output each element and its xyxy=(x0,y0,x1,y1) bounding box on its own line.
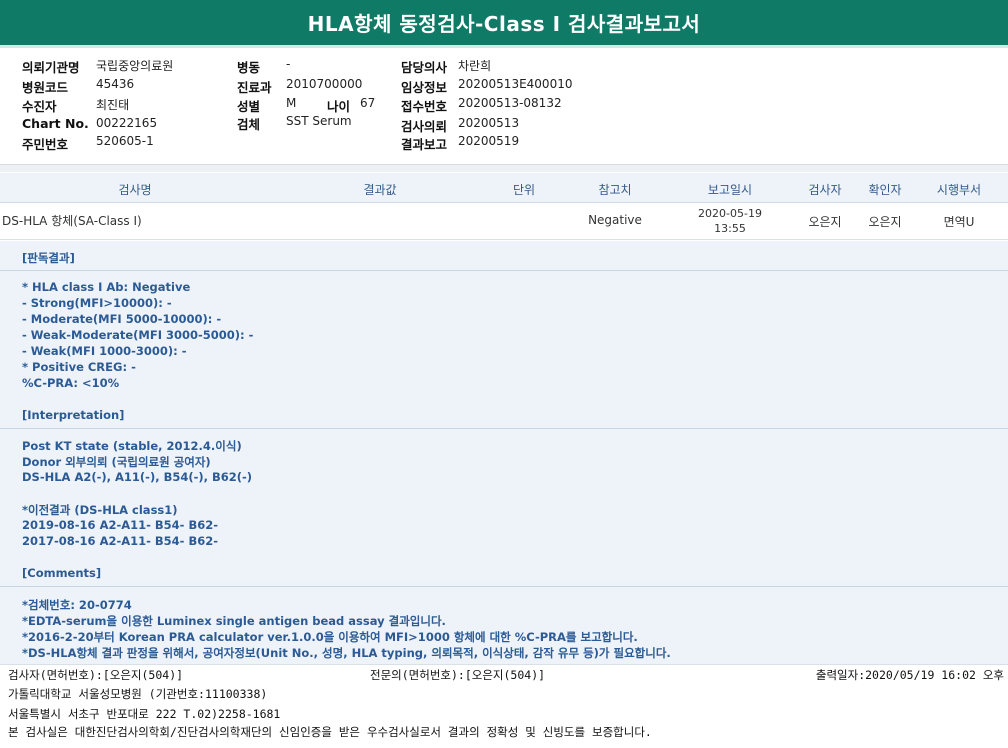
report-date-value: 20200519 xyxy=(458,134,520,148)
table-row[interactable]: DS-HLA 항체(SA-Class I) Negative 2020-05-1… xyxy=(0,204,1008,240)
judgment-line: - Weak-Moderate(MFI 3000-5000): - xyxy=(22,328,254,342)
comments-title: [Comments] xyxy=(22,566,102,580)
hospital-code-value: 45436 xyxy=(96,77,135,91)
comment-line: *EDTA-serum을 이용한 Luminex single antigen … xyxy=(22,614,446,628)
col-confirmer: 확인자 xyxy=(868,183,902,197)
ward-value: - xyxy=(286,57,291,71)
report-title: HLA항체 동정검사-Class I 검사결과보고서 xyxy=(307,12,701,36)
footer-certification: 본 검사실은 대한진단검사의학회/진단검사의학재단의 신임인증을 받은 우수검사… xyxy=(8,725,652,739)
resident-label: 주민번호 xyxy=(22,137,69,152)
comments-section-header: [Comments] xyxy=(0,557,1008,587)
hospital-code-label: 병원코드 xyxy=(22,80,69,95)
sex-label: 성별 xyxy=(237,99,261,114)
dept-value: 2010700000 xyxy=(286,77,363,91)
row-report-date: 2020-05-19 xyxy=(698,207,762,220)
comment-line: *검체번호: 20-0774 xyxy=(22,598,132,612)
footer-hospital: 가톨릭대학교 서울성모병원 (기관번호:11100338) xyxy=(8,687,268,701)
resident-value: 520605-1 xyxy=(96,134,154,148)
row-test-name: DS-HLA 항체(SA-Class I) xyxy=(2,214,142,228)
institution-value: 국립중앙의료원 xyxy=(96,59,174,73)
judgment-line: * HLA class I Ab: Negative xyxy=(22,280,191,294)
footer-printed-date: 출력일자:2020/05/19 16:02 오후 xyxy=(815,668,1004,682)
judgment-line: - Moderate(MFI 5000-10000): - xyxy=(22,312,222,326)
judgment-title: [판독결과] xyxy=(22,251,75,265)
interpretation-line: 2017-08-16 A2-A11- B54- B62- xyxy=(22,534,219,548)
comment-line: *DS-HLA항체 결과 판정을 위해서, 공여자정보(Unit No., 성명… xyxy=(22,646,671,660)
col-examiner: 검사자 xyxy=(808,183,842,197)
interpretation-line: 2019-08-16 A2-A11- B54- B62- xyxy=(22,518,219,532)
col-department: 시행부서 xyxy=(936,183,982,197)
col-test-name: 검사명 xyxy=(118,183,152,197)
footer-examiner: 검사자(면허번호):[오은지(504)] xyxy=(8,668,184,682)
row-examiner: 오은지 xyxy=(808,215,842,229)
row-reference: Negative xyxy=(588,213,642,227)
specimen-value: SST Serum xyxy=(286,114,352,128)
report-date-label: 결과보고 xyxy=(401,137,448,152)
section-divider xyxy=(0,164,1008,172)
chart-value: 00222165 xyxy=(96,116,158,130)
col-report-time: 보고일시 xyxy=(707,183,753,197)
judgment-line: * Positive CREG: - xyxy=(22,360,136,374)
col-reference: 참고치 xyxy=(598,183,632,197)
report-footer: 검사자(면허번호):[오은지(504)] 전문의(면허번호):[오은지(504)… xyxy=(0,664,1008,748)
specimen-label: 검체 xyxy=(237,117,261,132)
clinical-value: 20200513E400010 xyxy=(458,77,573,91)
chart-label: Chart No. xyxy=(22,116,89,131)
interpretation-line: Donor 외부의뢰 (국립의료원 공여자) xyxy=(22,455,211,469)
accession-value: 20200513-08132 xyxy=(458,96,562,110)
report-title-bar: HLA항체 동정검사-Class I 검사결과보고서 xyxy=(0,0,1008,48)
accession-label: 접수번호 xyxy=(401,99,448,114)
row-confirmer: 오은지 xyxy=(868,215,902,229)
interpretation-title: [Interpretation] xyxy=(22,408,125,422)
judgment-line: - Weak(MFI 1000-3000): - xyxy=(22,344,187,358)
results-table-header: 검사명 결과값 단위 참고치 보고일시 검사자 확인자 시행부서 xyxy=(0,173,1008,203)
col-unit: 단위 xyxy=(512,183,536,197)
institution-label: 의뢰기관명 xyxy=(22,60,80,75)
interpretation-line: Post KT state (stable, 2012.4.이식) xyxy=(22,439,242,453)
recipient-label: 수진자 xyxy=(22,99,57,114)
col-result: 결과값 xyxy=(363,183,397,197)
judgment-section-header: [판독결과] xyxy=(0,241,1008,271)
dept-label: 진료과 xyxy=(237,80,272,95)
row-report-time: 13:55 xyxy=(714,222,746,235)
interpretation-section-header: [Interpretation] xyxy=(0,399,1008,429)
doctor-label: 담당의사 xyxy=(401,60,448,75)
request-label: 검사의뢰 xyxy=(401,119,448,134)
age-label: 나이 xyxy=(327,99,351,114)
interpretation-line: DS-HLA A2(-), A11(-), B54(-), B62(-) xyxy=(22,470,253,484)
judgment-line: - Strong(MFI>10000): - xyxy=(22,296,172,310)
request-value: 20200513 xyxy=(458,116,520,130)
comment-line: *2016-2-20부터 Korean PRA calculator ver.1… xyxy=(22,630,638,644)
sex-value: M xyxy=(286,96,297,110)
clinical-label: 임상정보 xyxy=(401,80,448,95)
ward-label: 병동 xyxy=(237,60,261,75)
interpretation-line: *이전결과 (DS-HLA class1) xyxy=(22,503,178,517)
doctor-value: 차란희 xyxy=(458,59,492,73)
footer-address: 서울특별시 서초구 반포대로 222 T.02)2258-1681 xyxy=(8,707,281,721)
report-body: [판독결과] * HLA class I Ab: Negative - Stro… xyxy=(0,241,1008,664)
footer-specialist: 전문의(면허번호):[오은지(504)] xyxy=(370,668,546,682)
patient-info: 의뢰기관명 국립중앙의료원 병원코드 45436 수진자 최진태 Chart N… xyxy=(0,54,1008,162)
age-value: 67 xyxy=(360,96,376,110)
row-department: 면역U xyxy=(943,215,975,229)
recipient-value: 최진태 xyxy=(96,98,130,112)
judgment-line: %C-PRA: <10% xyxy=(22,376,120,390)
